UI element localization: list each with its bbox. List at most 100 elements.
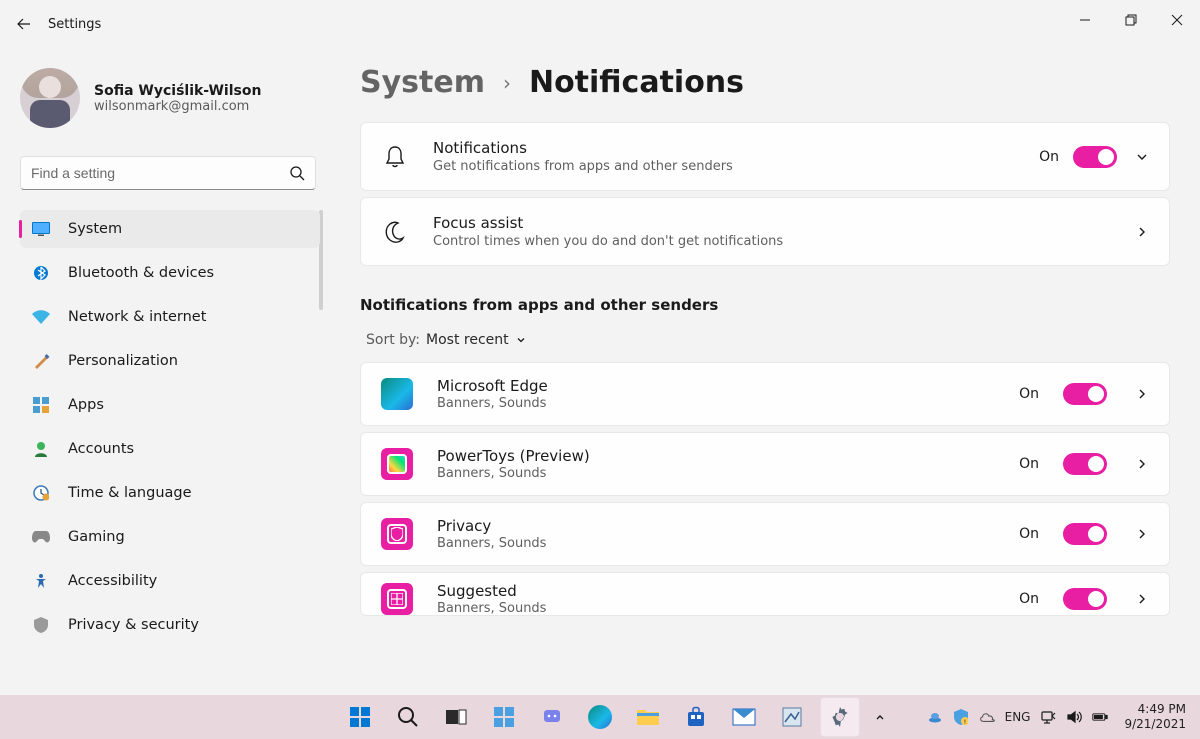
sort-by-dropdown[interactable]: Sort by: Most recent [366,332,1170,348]
app-detail: Banners, Sounds [437,536,995,551]
sidebar-item-network[interactable]: Network & internet [20,298,320,336]
app-toggle[interactable] [1063,523,1107,545]
sidebar-item-gaming[interactable]: Gaming [20,518,320,556]
sidebar-item-accounts[interactable]: Accounts [20,430,320,468]
sidebar-item-label: System [68,221,122,237]
taskbar-search[interactable] [388,697,428,737]
sort-label: Sort by: [366,332,420,348]
app-name: Microsoft Edge [437,377,995,395]
focus-assist-card[interactable]: Focus assist Control times when you do a… [360,197,1170,266]
sidebar-item-system[interactable]: System [20,210,320,248]
page-title: Notifications [529,65,744,100]
maximize-button[interactable] [1108,0,1154,40]
taskbar-chat[interactable] [532,697,572,737]
apps-icon [32,396,50,414]
navigate-button[interactable] [1131,383,1153,405]
taskbar-settings[interactable] [820,697,860,737]
breadcrumb-parent[interactable]: System [360,65,485,100]
taskbar-mail[interactable] [724,697,764,737]
back-arrow-icon [16,16,32,32]
search-input[interactable] [31,165,289,181]
user-email: wilsonmark@gmail.com [94,99,261,114]
sidebar-item-label: Bluetooth & devices [68,265,214,281]
notifications-master-card[interactable]: Notifications Get notifications from app… [360,122,1170,191]
toggle-state-label: On [1019,526,1039,542]
taskbar-explorer[interactable] [628,697,668,737]
sidebar-item-privacy-security[interactable]: Privacy & security [20,606,320,644]
taskview-icon [445,706,467,728]
tray-app-icon[interactable] [927,709,943,725]
tray-clock[interactable]: 4:49 PM 9/21/2021 [1118,702,1192,732]
tray-battery-icon[interactable] [1092,709,1108,725]
app-notification-item[interactable]: Microsoft Edge Banners, Sounds On [360,362,1170,426]
card-title: Notifications [433,139,1015,157]
app-toggle[interactable] [1063,383,1107,405]
app-detail: Banners, Sounds [437,396,995,411]
navigate-button[interactable] [1131,453,1153,475]
sidebar-item-label: Personalization [68,353,178,369]
toggle-state-label: On [1019,386,1039,402]
card-trail: On [1039,146,1153,168]
sidebar-item-apps[interactable]: Apps [20,386,320,424]
display-icon [32,220,50,238]
back-button[interactable] [0,16,48,32]
sidebar-item-label: Accessibility [68,573,157,589]
minimize-icon [1079,14,1091,26]
app-toggle[interactable] [1063,453,1107,475]
window-title: Settings [48,17,101,32]
user-profile[interactable]: Sofia Wyciślik-Wilson wilsonmark@gmail.c… [20,68,331,128]
sidebar-item-personalization[interactable]: Personalization [20,342,320,380]
tray-language[interactable]: ENG [1005,710,1031,724]
app-notification-item[interactable]: Suggested Banners, Sounds On [360,572,1170,616]
navigate-button[interactable] [1131,588,1153,610]
app-toggle[interactable] [1063,588,1107,610]
tray-overflow-button[interactable] [860,697,900,737]
close-button[interactable] [1154,0,1200,40]
store-icon [685,706,707,728]
chat-icon [541,706,563,728]
bluetooth-icon [32,264,50,282]
gear-icon [828,705,852,729]
toggle-state-label: On [1039,149,1059,165]
app-notification-item[interactable]: Privacy Banners, Sounds On [360,502,1170,566]
expand-button[interactable] [1131,146,1153,168]
tray-security-icon[interactable]: ! [953,709,969,725]
start-button[interactable] [340,697,380,737]
search-icon [397,706,419,728]
sidebar-item-label: Time & language [68,485,192,501]
taskbar-app[interactable] [772,697,812,737]
app-detail: Banners, Sounds [437,601,995,616]
taskbar-edge[interactable] [580,697,620,737]
chevron-right-icon [1135,457,1149,471]
account-icon [32,440,50,458]
wifi-icon [32,308,50,326]
avatar [20,68,80,128]
folder-icon [636,707,660,727]
minimize-button[interactable] [1062,0,1108,40]
chevron-right-icon [1135,527,1149,541]
bell-icon [381,143,409,171]
powertoys-icon [381,448,413,480]
taskbar-widgets[interactable] [484,697,524,737]
nav-list: System Bluetooth & devices Network & int… [20,210,320,644]
tray-network-icon[interactable] [1040,709,1056,725]
card-body: Focus assist Control times when you do a… [433,214,1107,249]
tray-volume-icon[interactable] [1066,709,1082,725]
notifications-toggle[interactable] [1073,146,1117,168]
navigate-button[interactable] [1131,221,1153,243]
sidebar-item-time-language[interactable]: Time & language [20,474,320,512]
chevron-down-icon [1135,150,1149,164]
search-box[interactable] [20,156,316,190]
tray-onedrive-icon[interactable] [979,709,995,725]
sidebar-item-accessibility[interactable]: Accessibility [20,562,320,600]
navigate-button[interactable] [1131,523,1153,545]
app-notification-item[interactable]: PowerToys (Preview) Banners, Sounds On [360,432,1170,496]
brush-icon [32,352,50,370]
sidebar-item-bluetooth[interactable]: Bluetooth & devices [20,254,320,292]
taskbar-store[interactable] [676,697,716,737]
chevron-right-icon [1135,225,1149,239]
taskbar-taskview[interactable] [436,697,476,737]
sidebar-item-label: Apps [68,397,104,413]
sidebar-item-label: Accounts [68,441,134,457]
content-area: System › Notifications Notifications Get… [360,65,1170,685]
